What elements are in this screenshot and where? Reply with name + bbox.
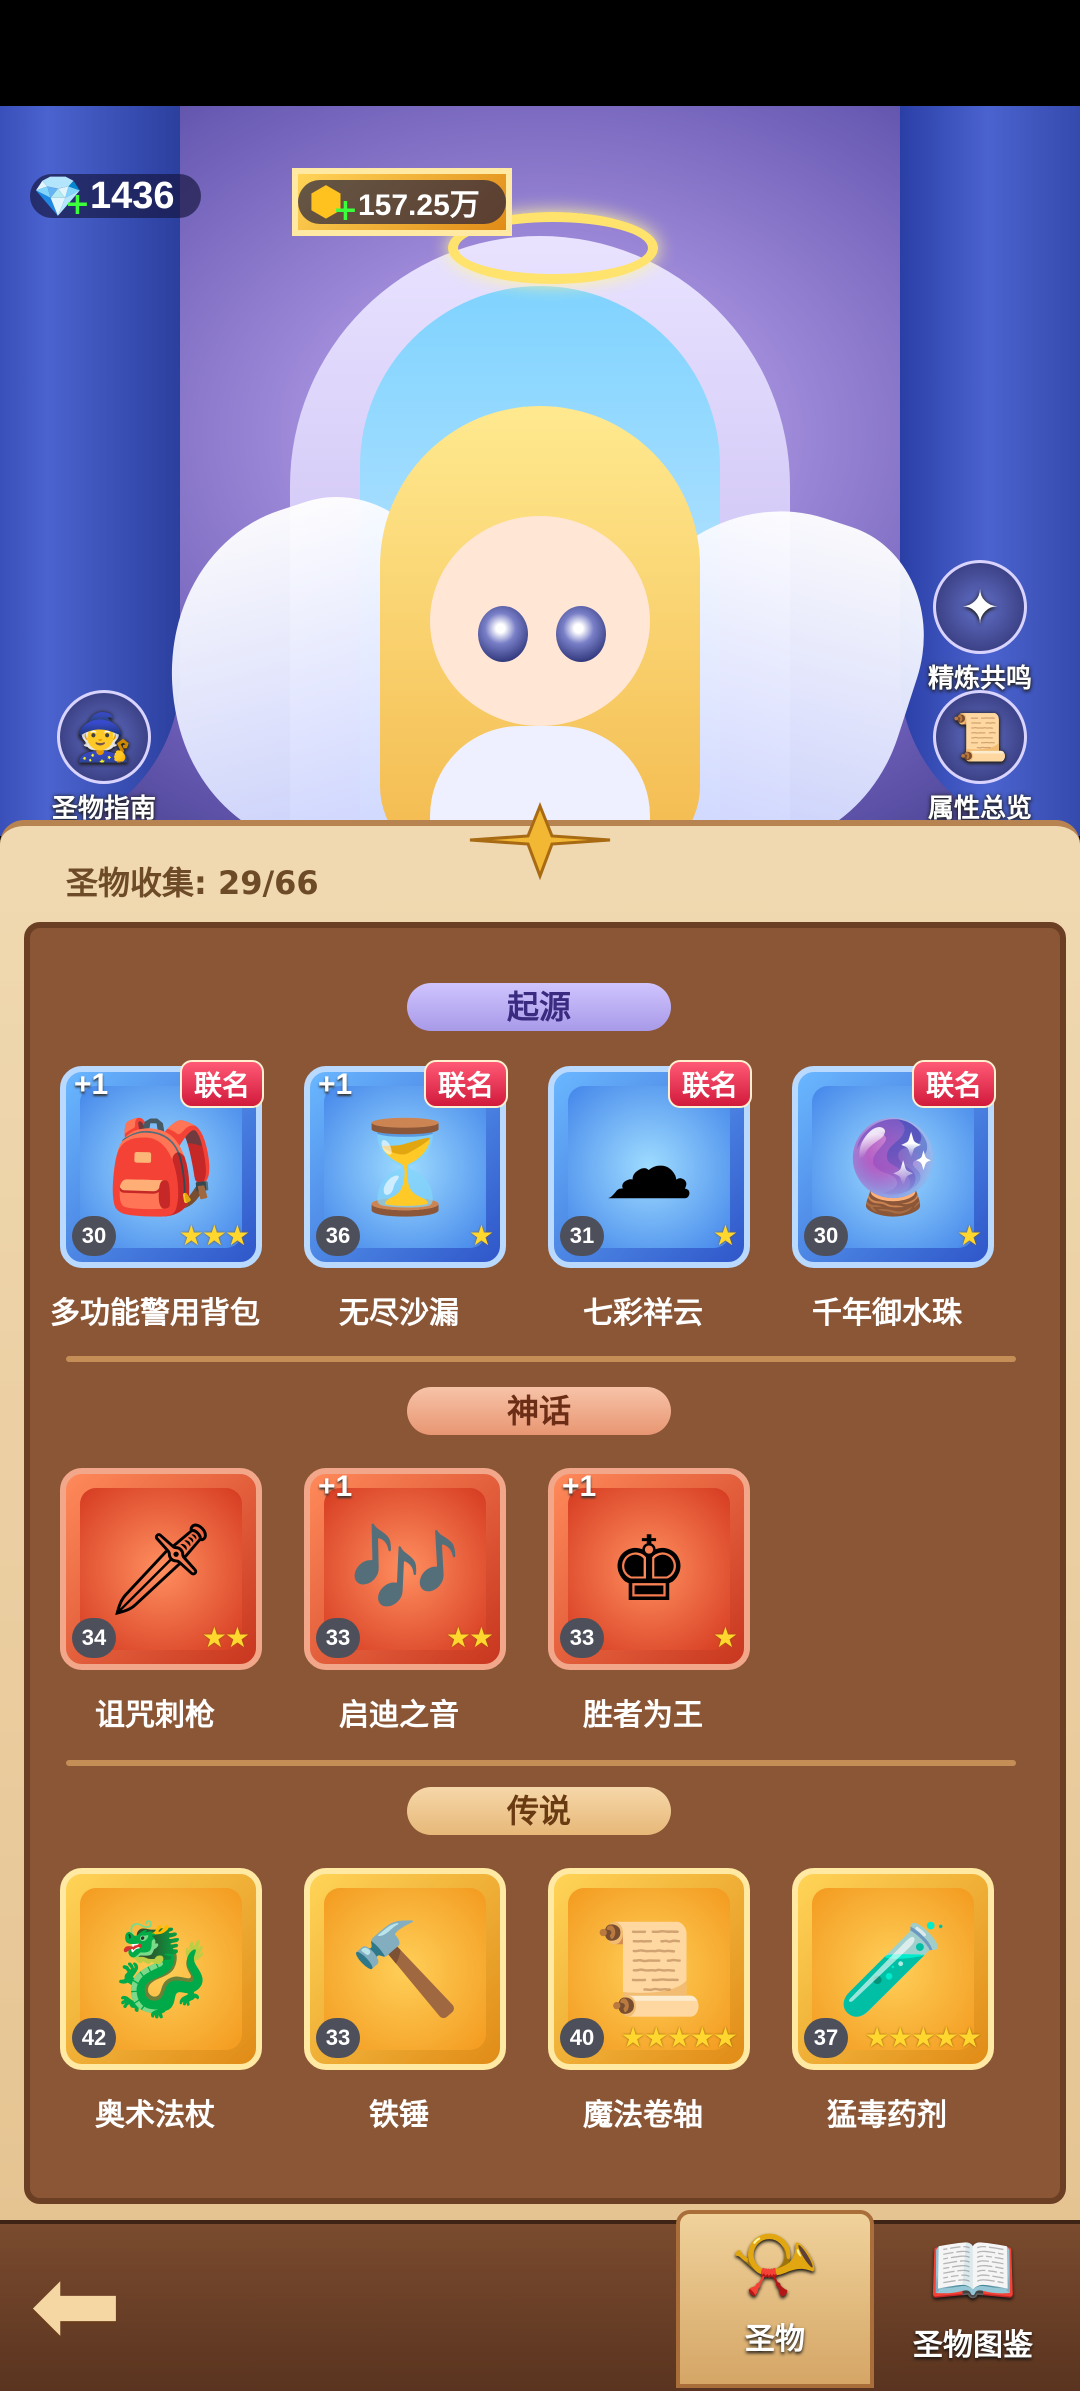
relic-name: 千年御水珠 — [812, 1296, 962, 1331]
section-divider — [66, 1760, 1016, 1766]
collection-progress: 圣物收集: 29/66 — [66, 864, 319, 902]
relic-stars: ★★★★★ — [620, 2021, 738, 2054]
relic-level: 33 — [560, 1618, 604, 1658]
section-title-legend: 传说 — [407, 1787, 671, 1835]
gem-counter[interactable]: 1436 💎 + — [30, 168, 201, 224]
relic-card[interactable]: ☁ 联名 31 ★ — [548, 1060, 752, 1268]
star-ornament-icon — [460, 800, 620, 881]
relic-card[interactable]: ⏳ +1 联名 36 ★ — [304, 1060, 508, 1268]
gold-counter[interactable]: 157.25万 ⬢ + — [292, 168, 512, 236]
relic-card[interactable]: 🗡 34 ★★ — [60, 1468, 262, 1670]
relic-stars: ★ — [712, 1621, 738, 1654]
relic-name: 铁锤 — [369, 2098, 429, 2133]
relic-level: 30 — [804, 1216, 848, 1256]
relic-card[interactable]: 🔨 33 — [304, 1868, 506, 2070]
relic-card[interactable]: 🐉 42 — [60, 1868, 262, 2070]
plus-badge: +1 — [318, 1470, 353, 1503]
angel-eye-right — [556, 606, 606, 662]
open-book-icon: 📖 — [928, 2228, 1018, 2312]
add-gold-icon[interactable]: + — [333, 193, 358, 228]
relic-level: 36 — [316, 1216, 360, 1256]
relic-name: 魔法卷轴 — [583, 2098, 703, 2133]
relic-card[interactable]: 🎒 +1 联名 30 ★★★ — [60, 1060, 264, 1268]
tab-relic-codex-label: 圣物图鉴 — [913, 2328, 1033, 2363]
relic-stars: ★★ — [445, 1621, 494, 1654]
diamond-icon: 💎 + — [33, 173, 90, 223]
collab-tag: 联名 — [911, 1060, 996, 1108]
relic-level: 30 — [72, 1216, 116, 1256]
relic-name: 启迪之音 — [339, 1698, 459, 1733]
add-gem-icon[interactable]: + — [65, 187, 90, 222]
relic-level: 40 — [560, 2018, 604, 2058]
relic-stars: ★★★★★ — [864, 2021, 982, 2054]
gold-amount: 157.25万 — [358, 189, 480, 222]
angel-eye-left — [478, 606, 528, 662]
tab-relic-codex[interactable]: 📖 圣物图鉴 — [878, 2220, 1068, 2390]
plus-badge: +1 — [74, 1068, 109, 1101]
relic-stars: ★★ — [201, 1621, 250, 1654]
collab-tag: 联名 — [667, 1060, 752, 1108]
relic-level: 37 — [804, 2018, 848, 2058]
relic-stars: ★ — [712, 1219, 738, 1252]
scroll-list-icon: 📜 — [933, 690, 1027, 784]
collab-tag: 联名 — [179, 1060, 264, 1108]
back-arrow-icon[interactable]: ⬅ — [30, 2250, 150, 2360]
gold-coin-icon: ⬢ + — [308, 179, 358, 228]
gem-amount: 1436 — [90, 174, 175, 217]
horn-icon: 📯 — [730, 2222, 820, 2306]
relic-card[interactable]: 📜 40 ★★★★★ — [548, 1868, 750, 2070]
relic-guide-button[interactable]: 🧙 圣物指南 — [34, 690, 174, 825]
relic-name: 猛毒药剂 — [827, 2098, 947, 2133]
angel-face — [430, 516, 650, 726]
section-title-myth: 神话 — [407, 1387, 671, 1435]
relic-name: 诅咒刺枪 — [95, 1698, 215, 1733]
relic-card[interactable]: 🔮 联名 30 ★ — [792, 1060, 996, 1268]
relic-card[interactable]: 🎶 +1 33 ★★ — [304, 1468, 506, 1670]
attribute-overview-button[interactable]: 📜 属性总览 — [910, 690, 1050, 825]
plus-badge: +1 — [318, 1068, 353, 1101]
relic-stars: ★ — [956, 1219, 982, 1252]
relic-name: 无尽沙漏 — [339, 1296, 459, 1331]
collab-tag: 联名 — [423, 1060, 508, 1108]
compass-star-icon: ✦ — [933, 560, 1027, 654]
relic-level: 33 — [316, 2018, 360, 2058]
relic-stars: ★ — [468, 1219, 494, 1252]
relic-name: 胜者为王 — [583, 1698, 703, 1733]
relic-name: 七彩祥云 — [583, 1296, 703, 1331]
plus-badge: +1 — [562, 1470, 597, 1503]
section-title-origin: 起源 — [407, 983, 671, 1031]
relic-name: 奥术法杖 — [95, 2098, 215, 2133]
relic-card[interactable]: 🧪 37 ★★★★★ — [792, 1868, 994, 2070]
tab-relics[interactable]: 📯 圣物 — [676, 2210, 874, 2388]
relic-stars: ★★★ — [178, 1219, 250, 1252]
relic-level: 42 — [72, 2018, 116, 2058]
relic-level: 33 — [316, 1618, 360, 1658]
wizard-icon: 🧙 — [57, 690, 151, 784]
refine-resonance-button[interactable]: ✦ 精炼共鸣 — [910, 560, 1050, 695]
relic-name: 多功能警用背包 — [50, 1296, 260, 1331]
tab-relics-label: 圣物 — [745, 2322, 805, 2357]
relic-level: 31 — [560, 1216, 604, 1256]
section-divider — [66, 1356, 1016, 1362]
relic-card[interactable]: ♚ +1 33 ★ — [548, 1468, 750, 1670]
relic-level: 34 — [72, 1618, 116, 1658]
